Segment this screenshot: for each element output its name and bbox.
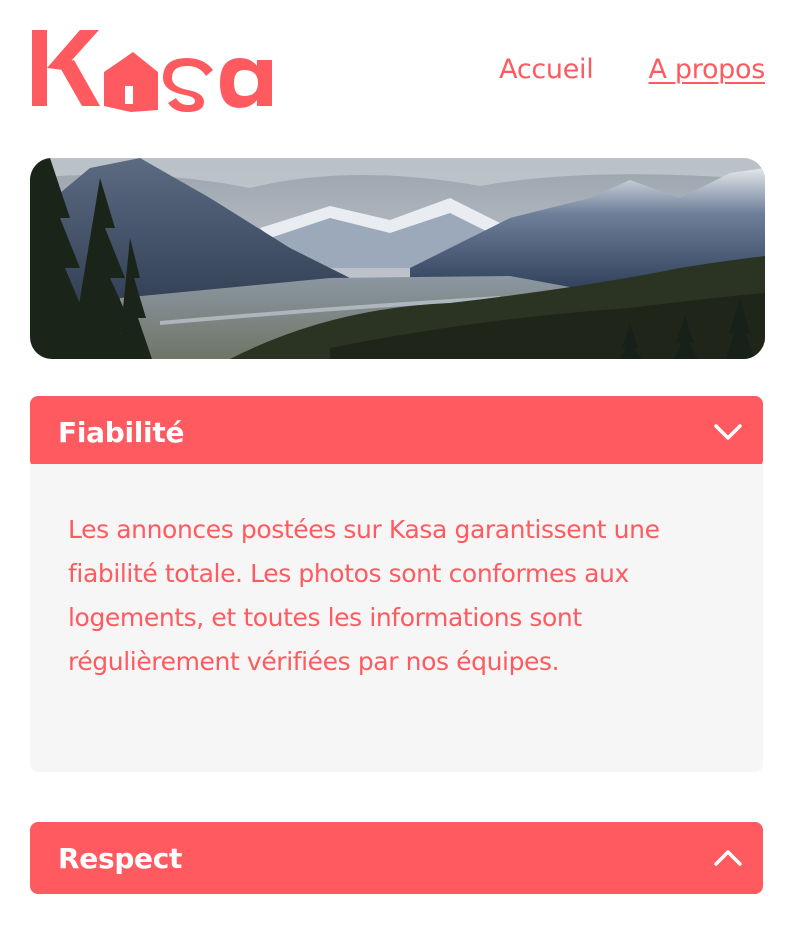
main-nav: Accueil A propos [499, 54, 765, 85]
collapse-title: Fiabilité [58, 415, 185, 449]
collapse-respect: Respect [30, 822, 763, 894]
collapse-header-fiabilite[interactable]: Fiabilité [30, 396, 763, 468]
collapse-fiabilite: Fiabilité Les annonces postées sur Kasa … [30, 396, 763, 772]
chevron-up-icon[interactable] [711, 841, 745, 875]
nav-link-a-propos[interactable]: A propos [648, 54, 765, 85]
mountain-landscape-image [30, 158, 765, 359]
collapse-content: Les annonces postées sur Kasa garantisse… [68, 515, 660, 676]
kasa-logo[interactable] [30, 28, 290, 112]
collapse-title: Respect [58, 841, 183, 875]
chevron-down-icon[interactable] [711, 415, 745, 449]
banner-image [30, 158, 765, 359]
collapse-body-fiabilite: Les annonces postées sur Kasa garantisse… [30, 464, 763, 772]
nav-link-accueil[interactable]: Accueil [499, 54, 594, 85]
collapse-header-respect[interactable]: Respect [30, 822, 763, 894]
kasa-logo-mark [32, 30, 272, 112]
header: Accueil A propos [30, 28, 765, 112]
